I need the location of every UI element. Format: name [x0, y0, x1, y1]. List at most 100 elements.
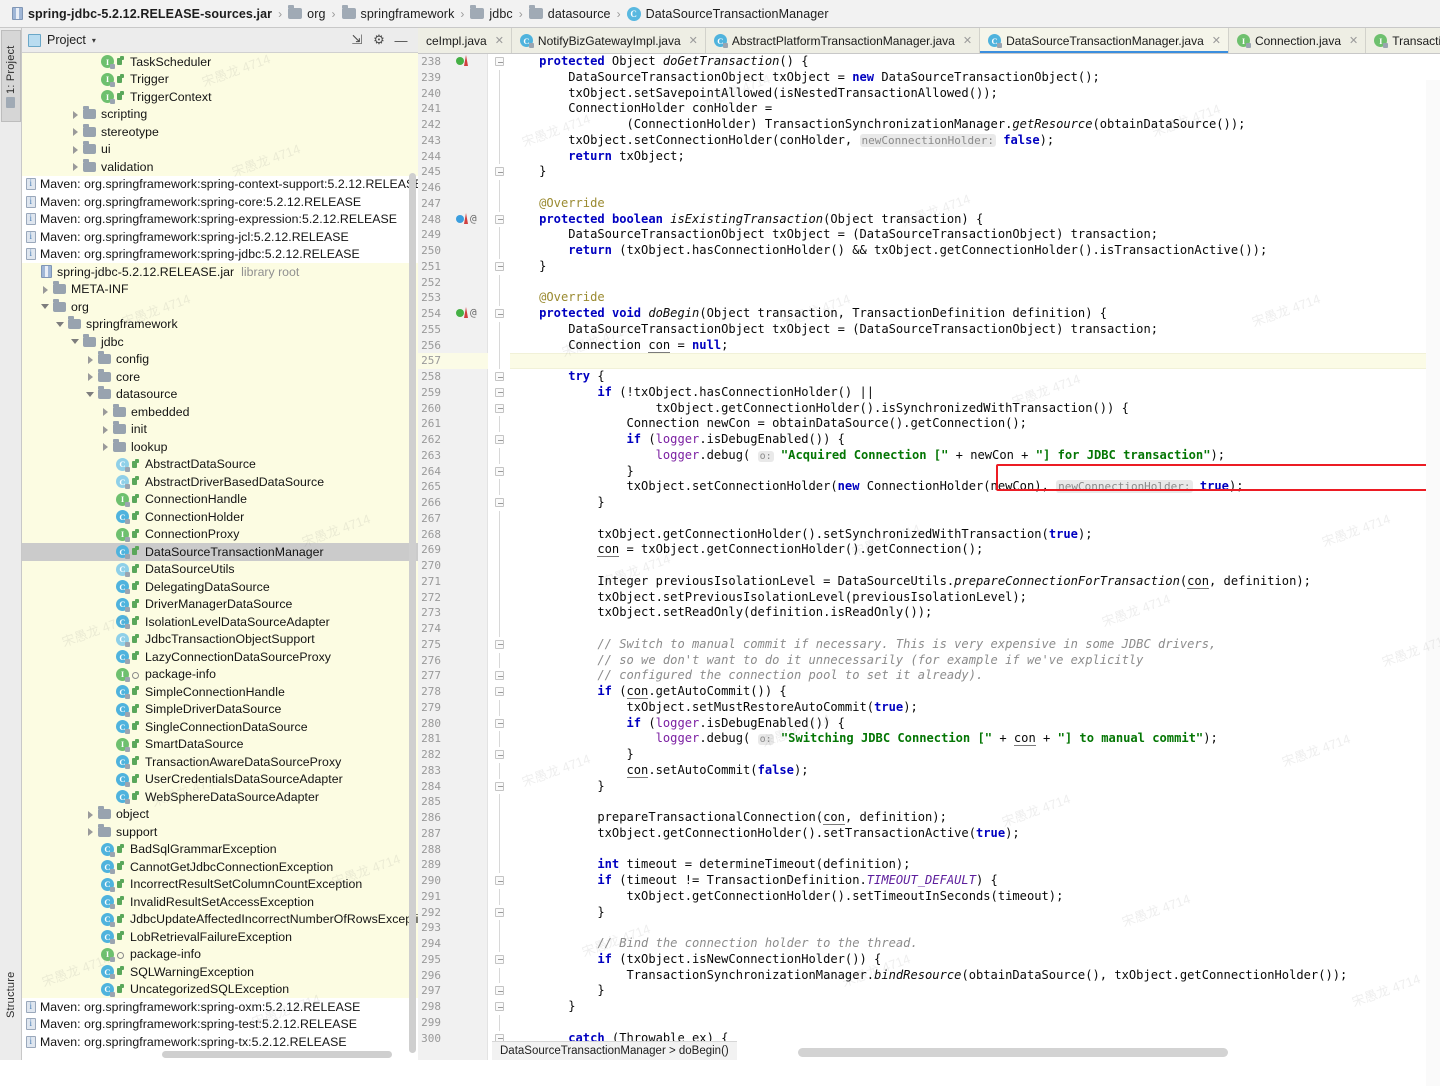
- code-line[interactable]: [510, 1015, 517, 1031]
- breadcrumb-item[interactable]: jdbc: [470, 5, 513, 21]
- code-line[interactable]: }: [510, 905, 604, 921]
- fold-marker[interactable]: [494, 195, 504, 212]
- tree-item[interactable]: C InvalidResultSetAccessException: [22, 893, 418, 911]
- fold-marker[interactable]: [494, 385, 504, 401]
- code-line[interactable]: [510, 794, 517, 810]
- tree-item[interactable]: C DataSourceUtils: [22, 560, 418, 578]
- fold-toggle-icon[interactable]: [495, 214, 504, 224]
- tree-item[interactable]: C UncategorizedSQLException: [22, 980, 418, 998]
- fold-marker[interactable]: [494, 668, 504, 684]
- tree-item[interactable]: Ipackage-info: [22, 665, 418, 683]
- fold-marker[interactable]: [494, 573, 504, 590]
- tree-item[interactable]: C DataSourceTransactionManager: [22, 543, 418, 561]
- code-line[interactable]: @Override: [510, 290, 605, 306]
- tree-item[interactable]: ui: [22, 140, 418, 158]
- fold-marker[interactable]: [494, 259, 504, 275]
- tree-item[interactable]: object: [22, 805, 418, 823]
- chevron-down-icon[interactable]: ▾: [92, 36, 96, 45]
- editor-gutter[interactable]: 238 239 240 241 242 243 244 245 246 247 248 @249 250…: [418, 54, 488, 1060]
- override-marker-icon[interactable]: [464, 307, 468, 318]
- tree-item[interactable]: C IncorrectResultSetColumnCountException: [22, 875, 418, 893]
- tree-item[interactable]: C JdbcTransactionObjectSupport: [22, 630, 418, 648]
- fold-marker[interactable]: [494, 967, 504, 984]
- fold-marker[interactable]: [494, 101, 504, 117]
- gear-icon[interactable]: ⚙: [368, 30, 390, 50]
- fold-marker[interactable]: [494, 227, 504, 243]
- gutter-run-marker[interactable]: [456, 54, 480, 70]
- fold-marker[interactable]: [494, 589, 504, 606]
- fold-toggle-icon[interactable]: [495, 498, 504, 507]
- breadcrumb-item[interactable]: springframework: [341, 5, 455, 21]
- editor-body[interactable]: 238 239 240 241 242 243 244 245 246 247 248 @249 250…: [418, 54, 1440, 1086]
- fold-marker[interactable]: [494, 212, 504, 228]
- editor-breadcrumb[interactable]: DataSourceTransactionManager > doBegin(): [492, 1041, 737, 1060]
- tree-item[interactable]: META-INF: [22, 280, 418, 298]
- fold-marker[interactable]: [494, 952, 504, 968]
- code-line[interactable]: txObject.setConnectionHolder(conHolder, …: [510, 133, 1054, 149]
- code-line[interactable]: txObject.getConnectionHolder().setTransa…: [510, 826, 1019, 842]
- editor-tab[interactable]: ceImpl.java ✕: [418, 28, 512, 53]
- collapse-all-icon[interactable]: ⇲: [346, 30, 368, 50]
- fold-toggle-icon[interactable]: [495, 387, 504, 397]
- fold-toggle-icon[interactable]: [495, 466, 504, 476]
- tree-item[interactable]: C UserCredentialsDataSourceAdapter: [22, 770, 418, 788]
- code-line[interactable]: con = txObject.getConnectionHolder().get…: [510, 542, 983, 558]
- fold-marker[interactable]: [494, 479, 504, 495]
- tree-item[interactable]: Maven: org.springframework:spring-core:5…: [22, 193, 418, 211]
- code-line[interactable]: }: [510, 495, 604, 511]
- fold-marker[interactable]: [494, 621, 504, 637]
- chevron-down-icon[interactable]: [56, 320, 65, 329]
- chevron-right-icon[interactable]: [71, 127, 80, 137]
- code-line[interactable]: [510, 920, 517, 936]
- code-line[interactable]: txObject.setReadOnly(definition.isReadOn…: [510, 605, 932, 621]
- project-title-group[interactable]: Project ▾: [28, 33, 96, 47]
- chevron-down-icon[interactable]: [71, 337, 80, 346]
- fold-toggle-icon[interactable]: [495, 986, 504, 996]
- gutter-run-marker[interactable]: @: [456, 306, 480, 322]
- fold-toggle-icon[interactable]: [495, 639, 504, 649]
- fold-toggle-icon[interactable]: [495, 372, 504, 381]
- fold-toggle-icon[interactable]: [495, 167, 504, 177]
- code-line[interactable]: if (con.getAutoCommit()) {: [510, 684, 787, 700]
- tree-item[interactable]: C AbstractDriverBasedDataSource: [22, 473, 418, 491]
- code-line[interactable]: txObject.setSavepointAllowed(isNestedTra…: [510, 86, 998, 102]
- tree-item[interactable]: C DelegatingDataSource: [22, 578, 418, 596]
- code-line[interactable]: txObject.setConnectionHolder(new Connect…: [510, 479, 1244, 495]
- editor-tab[interactable]: C DataSourceTransactionManager.java ✕: [980, 28, 1229, 53]
- project-tree[interactable]: I TaskScheduler I Trigger I TriggerContext scr…: [22, 53, 418, 1060]
- code-line[interactable]: return txObject;: [510, 149, 685, 165]
- editor-marker-gutter[interactable]: [1426, 80, 1440, 1086]
- fold-toggle-icon[interactable]: [495, 876, 504, 885]
- tree-item[interactable]: datasource: [22, 385, 418, 403]
- tree-item[interactable]: C SQLWarningException: [22, 963, 418, 981]
- code-line[interactable]: [510, 353, 517, 369]
- fold-marker[interactable]: [494, 321, 504, 338]
- tree-item[interactable]: C ConnectionHolder: [22, 508, 418, 526]
- tree-item[interactable]: springframework: [22, 315, 418, 333]
- tree-item[interactable]: lookup: [22, 438, 418, 456]
- tree-item[interactable]: org: [22, 298, 418, 316]
- chevron-right-icon[interactable]: [101, 407, 110, 417]
- code-line[interactable]: txObject.setMustRestoreAutoCommit(true);: [510, 700, 917, 716]
- tree-item[interactable]: validation: [22, 158, 418, 176]
- code-line[interactable]: int timeout = determineTimeout(definitio…: [510, 857, 910, 873]
- tree-item[interactable]: stereotype: [22, 123, 418, 141]
- fold-toggle-icon[interactable]: [495, 750, 504, 759]
- fold-toggle-icon[interactable]: [495, 718, 504, 728]
- gutter-run-marker[interactable]: @: [456, 212, 480, 228]
- fold-marker[interactable]: [494, 747, 504, 763]
- chevron-right-icon[interactable]: [101, 425, 110, 434]
- code-line[interactable]: DataSourceTransactionObject txObject = (…: [510, 227, 1158, 243]
- fold-toggle-icon[interactable]: [495, 261, 504, 271]
- breadcrumb-item[interactable]: org: [288, 5, 325, 21]
- editor-tab[interactable]: I Connection.java ✕: [1228, 28, 1367, 53]
- tree-item[interactable]: C CannotGetJdbcConnectionException: [22, 858, 418, 876]
- fold-marker[interactable]: [494, 873, 504, 889]
- fold-toggle-icon[interactable]: [495, 1002, 504, 1011]
- tree-item[interactable]: C SingleConnectionDataSource: [22, 718, 418, 736]
- tree-item[interactable]: Maven: org.springframework:spring-test:5…: [22, 1015, 418, 1033]
- code-line[interactable]: [510, 621, 517, 637]
- run-icon[interactable]: [456, 214, 464, 223]
- code-line[interactable]: protected boolean isExistingTransaction(…: [510, 212, 983, 228]
- fold-marker[interactable]: [494, 447, 504, 464]
